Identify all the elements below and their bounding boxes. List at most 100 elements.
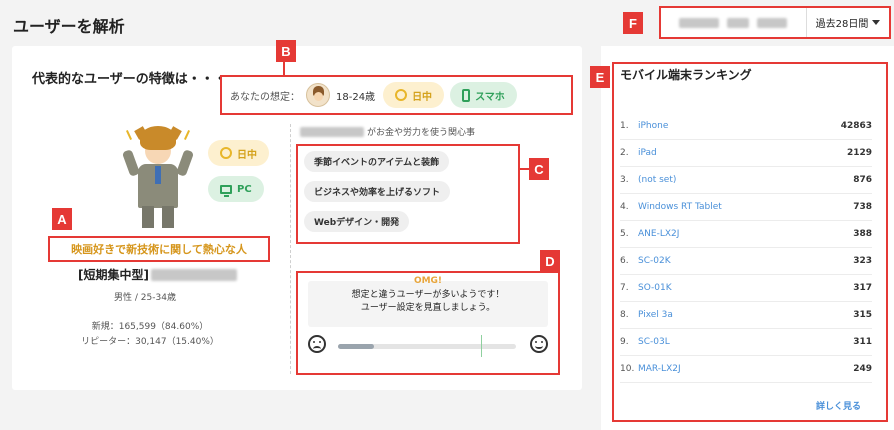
ranking-row: 9. SC-03L 311: [620, 329, 872, 356]
ranking-value: 2129: [846, 148, 872, 158]
feedback-exclaim: OMG!: [413, 276, 443, 286]
assumption-device-pill[interactable]: スマホ: [450, 82, 517, 108]
ranking-device-link[interactable]: SO-01K: [638, 283, 853, 293]
persona-hair: [140, 126, 176, 150]
ranking-device-link[interactable]: iPad: [638, 148, 847, 158]
ranking-rank: 6.: [620, 256, 629, 266]
match-slider[interactable]: [338, 344, 516, 349]
new-users-stat: 新規：165,599（84.60%）: [91, 322, 209, 332]
redacted-text: [150, 268, 237, 281]
ranking-row: 1. iPhone 42863: [620, 113, 872, 140]
ranking-rank: 2.: [620, 148, 629, 158]
card-heading: 代表的なユーザーの特徴は・・・: [32, 72, 227, 87]
feedback-message: OMG! 想定と違うユーザーが多いようです！ ユーザー設定を見直しましょう。: [308, 276, 548, 327]
annotation-badge-c: C: [529, 158, 549, 180]
match-slider-fill: [338, 344, 374, 349]
ranking-value: 317: [853, 283, 872, 293]
ranking-row: 2. iPad 2129: [620, 140, 872, 167]
shock-mark: [125, 130, 133, 140]
ranking-rank: 10.: [620, 364, 635, 374]
annotation-badge-d: D: [540, 250, 560, 272]
persona-tagline: 映画好きで新技術に関して熱心な人: [48, 236, 270, 262]
persona-leg: [162, 206, 174, 228]
redacted-text: [300, 126, 364, 137]
interest-chip[interactable]: ビジネスや効率を上げるソフト: [304, 181, 451, 202]
ranking-more-link[interactable]: 詳しく見る: [816, 399, 861, 412]
ranking-device-link[interactable]: SC-02K: [638, 256, 853, 266]
persona-leg: [142, 206, 154, 228]
match-slider-marker: [481, 335, 482, 357]
ranking-row: 4. Windows RT Tablet 738: [620, 194, 872, 221]
persona-illustration: [118, 122, 198, 230]
ranking-rank: 9.: [620, 337, 629, 347]
ranking-row: 3. (not set) 876: [620, 167, 872, 194]
interest-chip[interactable]: Webデザイン・開発: [304, 211, 410, 232]
sun-icon: [220, 147, 232, 159]
sad-face-icon: [308, 335, 326, 353]
persona-type-label: [短期集中型]: [78, 268, 149, 282]
ranking-device-link[interactable]: Windows RT Tablet: [638, 202, 853, 212]
interests-title-text: がお金や労力を使う関心事: [367, 128, 476, 138]
ranking-row: 7. SO-01K 317: [620, 275, 872, 302]
happy-face-icon: [530, 335, 548, 353]
persona-stats: 新規：165,599（84.60%） リピーター：30,147（15.40%）: [0, 320, 300, 350]
ranking-value: 323: [853, 256, 872, 266]
ranking-list: 1. iPhone 42863 2. iPad 2129 3. (not set) 876 4. W…: [620, 113, 872, 383]
ranking-device-link[interactable]: SC-03L: [638, 337, 853, 347]
redacted-text: [679, 17, 719, 28]
ranking-title: モバイル端末ランキング: [620, 68, 752, 82]
ranking-value: 315: [853, 310, 872, 320]
date-range-dropdown[interactable]: 過去28日間: [807, 8, 889, 37]
ranking-rank: 5.: [620, 229, 629, 239]
ranking-rank: 3.: [620, 175, 629, 185]
ranking-value: 42863: [840, 121, 872, 131]
ranking-row: 5. ANE-LX2J 388: [620, 221, 872, 248]
annotation-badge-a: A: [52, 208, 72, 230]
annotation-badge-f: F: [623, 12, 643, 34]
page-title: ユーザーを解析: [13, 17, 125, 36]
assumption-label: あなたの想定：: [230, 91, 300, 103]
persona-time-pill: 日中: [208, 140, 269, 166]
ranking-device-link[interactable]: ANE-LX2J: [638, 229, 853, 239]
persona-device-label: PC: [237, 183, 252, 195]
ranking-device-link[interactable]: (not set): [638, 175, 853, 185]
annotation-badge-e: E: [590, 66, 610, 88]
returning-users-stat: リピーター：30,147（15.40%）: [81, 337, 219, 347]
persona-device-pill: PC: [208, 176, 264, 202]
assumption-device-label: スマホ: [475, 91, 505, 103]
ranking-rank: 8.: [620, 310, 629, 320]
assumption-time-pill[interactable]: 日中: [383, 82, 445, 108]
annotation-badge-b: B: [276, 40, 296, 62]
monitor-icon: [220, 184, 232, 197]
redacted-text: [727, 17, 749, 28]
avatar: [306, 83, 330, 107]
ranking-row: 6. SC-02K 323: [620, 248, 872, 275]
ranking-rank: 1.: [620, 121, 629, 131]
assumption-age: 18-24歳: [336, 91, 376, 103]
assumption-time-label: 日中: [412, 91, 433, 103]
interest-chip[interactable]: 季節イベントのアイテムと装飾: [304, 151, 450, 172]
ranking-device-link[interactable]: Pixel 3a: [638, 310, 853, 320]
feedback-line-2: ユーザー設定を見直しましょう。: [360, 303, 496, 313]
persona-tie: [155, 166, 161, 184]
date-range-label: 過去28日間: [815, 19, 869, 30]
interests-title: がお金や労力を使う関心事: [300, 125, 475, 138]
chevron-down-icon: [872, 20, 881, 25]
ranking-row: 10. MAR-LX2J 249: [620, 356, 872, 383]
section-divider: [290, 124, 291, 374]
ranking-rank: 7.: [620, 283, 629, 293]
ranking-device-link[interactable]: MAR-LX2J: [638, 364, 853, 374]
ranking-value: 311: [853, 337, 872, 347]
ranking-value: 388: [853, 229, 872, 239]
date-range-area: 過去28日間: [659, 6, 891, 39]
assumption-bar: あなたの想定： 18-24歳 日中 スマホ: [220, 75, 573, 115]
ranking-value: 738: [853, 202, 872, 212]
feedback-panel: OMG! 想定と違うユーザーが多いようです！ ユーザー設定を見直しましょう。: [296, 271, 560, 375]
persona-type: [短期集中型]: [78, 266, 237, 283]
ranking-value: 876: [853, 175, 872, 185]
persona-gender-age: 男性 / 25-34歳: [114, 293, 176, 303]
property-selector[interactable]: [661, 8, 807, 37]
ranking-device-link[interactable]: iPhone: [638, 121, 841, 131]
ranking-rank: 4.: [620, 202, 629, 212]
sun-icon: [395, 89, 408, 101]
